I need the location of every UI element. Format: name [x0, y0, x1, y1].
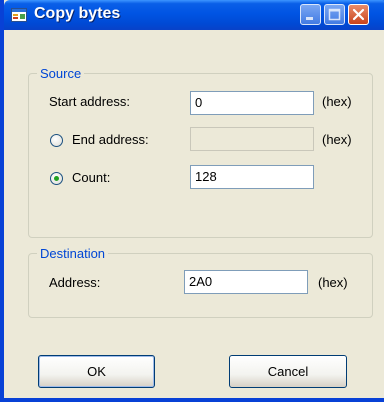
end-address-label: End address:: [72, 132, 149, 147]
count-input[interactable]: 128: [190, 165, 314, 189]
maximize-icon: [328, 8, 341, 21]
start-address-unit: (hex): [322, 94, 352, 109]
destination-address-label: Address:: [49, 275, 101, 290]
end-address-input[interactable]: [190, 127, 314, 151]
destination-group: Destination Address: 2A0 (hex): [28, 246, 373, 318]
source-group: Source Start address: 0 (hex) End addres…: [28, 66, 373, 238]
radio-selected-dot: [54, 176, 59, 181]
window-title: Copy bytes: [34, 5, 121, 22]
source-legend: Source: [37, 66, 85, 81]
minimize-icon: [306, 17, 313, 20]
count-label: Count:: [72, 170, 111, 185]
end-address-radio[interactable]: [50, 134, 63, 147]
app-window-icon: [11, 8, 27, 22]
dialog-window: Copy bytes Source Start address: 0 (hex): [0, 0, 384, 402]
cancel-button[interactable]: Cancel: [229, 355, 347, 388]
count-radio[interactable]: [50, 172, 63, 185]
title-bar[interactable]: Copy bytes: [4, 0, 384, 30]
end-address-unit: (hex): [322, 132, 352, 147]
start-address-input[interactable]: 0: [190, 91, 314, 115]
minimize-button[interactable]: [300, 4, 321, 25]
close-button[interactable]: [348, 4, 369, 25]
destination-address-unit: (hex): [318, 275, 348, 290]
ok-button[interactable]: OK: [38, 355, 155, 388]
start-address-label: Start address:: [49, 94, 130, 109]
destination-legend: Destination: [37, 246, 109, 261]
close-icon: [352, 8, 365, 21]
dialog-body: Source Start address: 0 (hex) End addres…: [8, 30, 384, 398]
maximize-button[interactable]: [324, 4, 345, 25]
destination-address-input[interactable]: 2A0: [184, 270, 308, 294]
